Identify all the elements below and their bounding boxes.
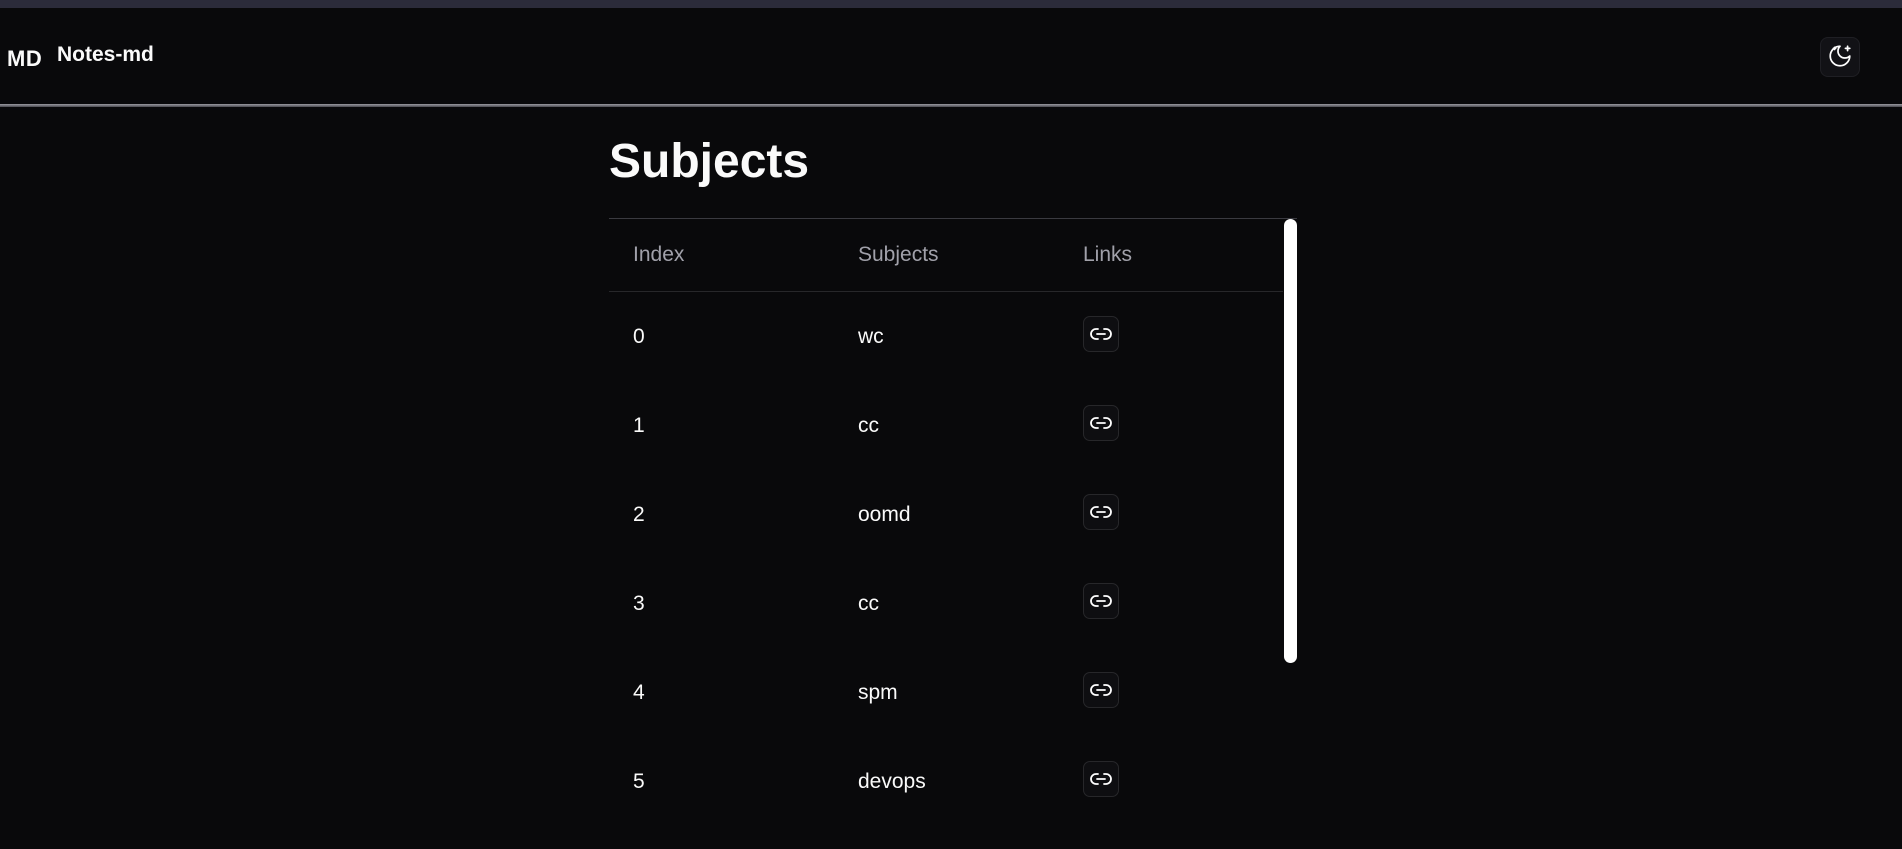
link-button[interactable] [1083,671,1119,708]
navbar [0,8,1902,104]
link-button[interactable] [1083,582,1119,619]
row-subject: cc [858,591,879,615]
link-button[interactable] [1083,404,1119,441]
row-link-cell [1059,648,1283,737]
subjects-table: Index Subjects Links 0 wc 1 cc 2 oomd 3 … [609,219,1283,826]
link-icon [1090,327,1112,340]
table-row: 0 wc [609,292,1283,382]
link-icon [1090,594,1112,607]
brand-logo[interactable]: MD [7,46,42,72]
link-icon [1090,772,1112,785]
link-icon [1090,416,1112,429]
subjects-table-container: Index Subjects Links 0 wc 1 cc 2 oomd 3 … [609,218,1297,849]
row-index: 2 [633,502,645,526]
navbar-divider [0,104,1902,107]
row-link-cell [1059,381,1283,470]
row-index: 1 [633,413,645,437]
row-link-cell [1059,470,1283,559]
column-header-subjects: Subjects [834,219,1059,292]
column-header-links: Links [1059,219,1283,292]
page-title: Subjects [609,135,810,188]
row-link-cell [1059,559,1283,648]
link-button[interactable] [1083,760,1119,797]
row-subject: oomd [858,502,911,526]
theme-toggle-button[interactable] [1820,37,1860,77]
row-subject: cc [858,413,879,437]
row-index: 5 [633,769,645,793]
link-button[interactable] [1083,493,1119,530]
row-subject: spm [858,680,898,704]
table-scrollbar-thumb[interactable] [1284,219,1297,663]
link-icon [1090,505,1112,518]
table-row: 3 cc [609,559,1283,648]
link-button[interactable] [1083,315,1119,352]
link-icon [1090,683,1112,696]
row-subject: devops [858,769,926,793]
table-row: 1 cc [609,381,1283,470]
row-link-cell [1059,292,1283,382]
table-header-row: Index Subjects Links [609,219,1283,292]
row-index: 4 [633,680,645,704]
moon-stars-icon [1827,43,1853,72]
column-header-index: Index [609,219,834,292]
row-index: 3 [633,591,645,615]
table-row: 5 devops [609,737,1283,826]
window-top-strip [0,0,1902,8]
row-index: 0 [633,324,645,348]
table-row: 4 spm [609,648,1283,737]
brand-name[interactable]: Notes-md [57,43,154,67]
row-subject: wc [858,324,884,348]
table-row: 2 oomd [609,470,1283,559]
row-link-cell [1059,737,1283,826]
